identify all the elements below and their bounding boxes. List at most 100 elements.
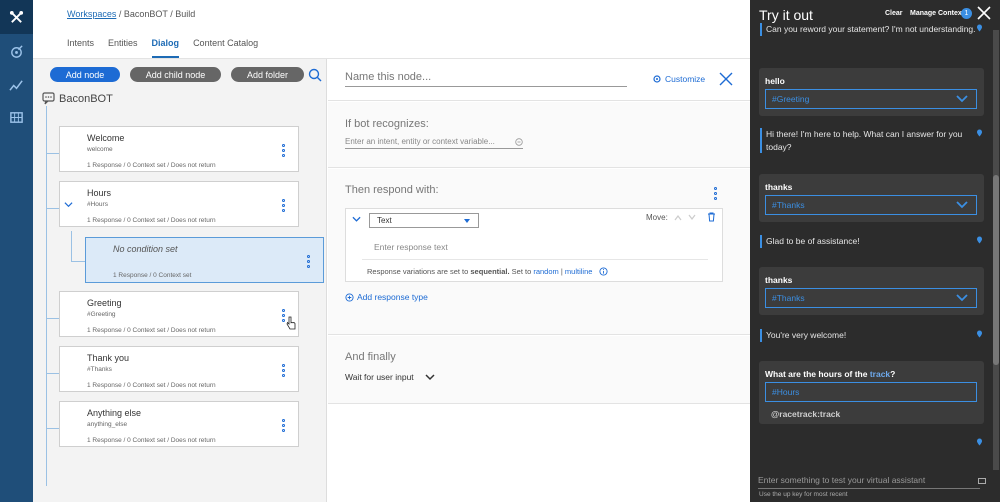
move-label: Move: bbox=[646, 213, 668, 222]
finally-section bbox=[328, 336, 750, 404]
condition-input[interactable]: Enter an intent, entity or context varia… bbox=[345, 137, 523, 149]
response-text-input[interactable]: Enter response text bbox=[374, 242, 448, 252]
random-link[interactable]: random bbox=[533, 267, 558, 276]
response-type-select[interactable]: Text bbox=[369, 213, 479, 228]
intent-value: #Thanks bbox=[772, 200, 805, 210]
move-down-icon[interactable] bbox=[688, 214, 696, 221]
tree-connector bbox=[46, 153, 59, 154]
tools-icon[interactable] bbox=[0, 0, 33, 34]
dialog-node-hours[interactable]: Hours #Hours 1 Response / 0 Context set … bbox=[59, 181, 299, 227]
location-pin-icon[interactable] bbox=[976, 129, 983, 137]
add-child-node-button[interactable]: Add child node bbox=[130, 67, 221, 82]
node-menu-icon[interactable] bbox=[307, 255, 311, 268]
user-message-card: thanks #Thanks bbox=[759, 174, 984, 222]
move-up-icon[interactable] bbox=[674, 214, 682, 221]
intent-select[interactable]: #Thanks bbox=[765, 288, 977, 308]
bot-message: Hi there! I'm here to help. What can I a… bbox=[760, 128, 985, 153]
manage-context-button[interactable]: Manage Context bbox=[910, 10, 964, 17]
trash-icon[interactable] bbox=[707, 212, 716, 222]
intent-value: #Hours bbox=[772, 387, 800, 397]
node-menu-icon[interactable] bbox=[282, 364, 286, 377]
bot-message: You're very welcome! bbox=[760, 329, 985, 342]
tree-connector bbox=[46, 318, 59, 319]
add-response-type-button[interactable]: Add response type bbox=[345, 292, 428, 302]
location-pin-icon[interactable] bbox=[976, 236, 983, 244]
multiline-link[interactable]: multiline bbox=[565, 267, 593, 276]
context-count-badge: 1 bbox=[961, 8, 972, 19]
test-message-input[interactable]: Enter something to test your virtual ass… bbox=[758, 475, 980, 489]
add-node-button[interactable]: Add node bbox=[50, 67, 120, 82]
info-icon[interactable] bbox=[599, 267, 608, 276]
node-title: Welcome bbox=[87, 133, 125, 143]
node-meta: 1 Response / 0 Context set / Does not re… bbox=[87, 382, 216, 389]
customize-link[interactable]: Customize bbox=[652, 74, 705, 84]
tab-entities[interactable]: Entities bbox=[108, 38, 138, 58]
tab-content-catalog[interactable]: Content Catalog bbox=[193, 38, 258, 58]
node-condition: #Greeting bbox=[87, 311, 116, 318]
node-meta: 1 Response / 0 Context set / Does not re… bbox=[87, 437, 216, 444]
chevron-down-icon bbox=[956, 294, 968, 302]
tab-intents[interactable]: Intents bbox=[67, 38, 94, 58]
add-folder-button[interactable]: Add folder bbox=[231, 67, 304, 82]
catalog-icon[interactable] bbox=[0, 100, 33, 134]
intent-select[interactable]: #Greeting bbox=[765, 89, 977, 109]
tree-connector bbox=[46, 373, 59, 374]
node-condition: anything_else bbox=[87, 421, 128, 428]
add-response-type-label: Add response type bbox=[357, 292, 428, 302]
try-it-out-panel: Try it out Clear Manage Context 1 Can yo… bbox=[750, 0, 1000, 502]
node-menu-icon[interactable] bbox=[282, 144, 286, 157]
user-message-card: What are the hours of the track? #Hours … bbox=[759, 361, 984, 424]
close-icon[interactable] bbox=[718, 71, 734, 87]
variations-setto: Set to bbox=[509, 267, 534, 276]
divider bbox=[362, 259, 708, 260]
bot-name: BaconBOT bbox=[59, 92, 113, 105]
intent-select[interactable]: #Hours bbox=[765, 382, 977, 402]
user-message-card: hello #Greeting bbox=[759, 68, 984, 116]
dialog-node-child-selected[interactable]: No condition set 1 Response / 0 Context … bbox=[85, 237, 324, 283]
chevron-down-icon[interactable] bbox=[64, 200, 73, 209]
intent-select[interactable]: #Thanks bbox=[765, 195, 977, 215]
location-pin-icon[interactable] bbox=[976, 24, 983, 32]
intent-value: #Thanks bbox=[772, 293, 805, 303]
chevron-down-icon bbox=[956, 201, 968, 209]
node-name-input[interactable]: Name this node... bbox=[345, 71, 627, 87]
user-message: hello bbox=[765, 76, 785, 86]
variations-text: Response variations are set to sequentia… bbox=[367, 267, 592, 276]
dialog-node-greeting[interactable]: Greeting #Greeting 1 Response / 0 Contex… bbox=[59, 291, 299, 337]
chevron-down-icon[interactable] bbox=[352, 216, 361, 223]
search-icon[interactable] bbox=[308, 68, 322, 82]
scrollbar-thumb[interactable] bbox=[993, 175, 999, 365]
node-menu-icon[interactable] bbox=[282, 419, 286, 432]
tree-connector bbox=[46, 428, 59, 429]
dialog-node-anything-else[interactable]: Anything else anything_else 1 Response /… bbox=[59, 401, 299, 447]
dialog-node-thank-you[interactable]: Thank you #Thanks 1 Response / 0 Context… bbox=[59, 346, 299, 392]
user-message-text: What are the hours of the bbox=[765, 369, 870, 379]
location-pin-icon[interactable] bbox=[976, 438, 983, 446]
close-icon[interactable] bbox=[977, 6, 991, 20]
remove-condition-icon[interactable] bbox=[515, 138, 523, 146]
tab-dialog[interactable]: Dialog bbox=[151, 38, 180, 58]
bot-root: BaconBOT bbox=[42, 92, 113, 105]
tree-connector bbox=[71, 231, 72, 261]
chat-scrollbar[interactable] bbox=[993, 30, 999, 470]
location-pin-icon[interactable] bbox=[976, 330, 983, 338]
clear-button[interactable]: Clear bbox=[885, 10, 903, 17]
intent-target-icon[interactable] bbox=[0, 34, 33, 68]
user-message-card: thanks #Thanks bbox=[759, 267, 984, 315]
condition-section bbox=[328, 102, 750, 168]
node-menu-icon[interactable] bbox=[282, 199, 286, 212]
entity-highlight[interactable]: track bbox=[870, 369, 890, 379]
node-condition: #Hours bbox=[87, 201, 108, 208]
then-respond-label: Then respond with: bbox=[345, 184, 439, 196]
wait-for-input-select[interactable]: Wait for user input bbox=[345, 372, 435, 382]
dialog-node-welcome[interactable]: Welcome welcome 1 Response / 0 Context s… bbox=[59, 126, 299, 172]
entity-value[interactable]: @racetrack:track bbox=[771, 409, 840, 419]
keyboard-icon[interactable] bbox=[978, 478, 986, 484]
add-circle-icon bbox=[345, 292, 354, 302]
customize-label: Customize bbox=[665, 74, 706, 84]
breadcrumb-workspaces-link[interactable]: Workspaces bbox=[67, 9, 116, 19]
response-menu-icon[interactable] bbox=[714, 187, 718, 200]
node-condition: #Thanks bbox=[87, 366, 112, 373]
analytics-icon[interactable] bbox=[0, 68, 33, 102]
gear-icon bbox=[653, 75, 661, 83]
